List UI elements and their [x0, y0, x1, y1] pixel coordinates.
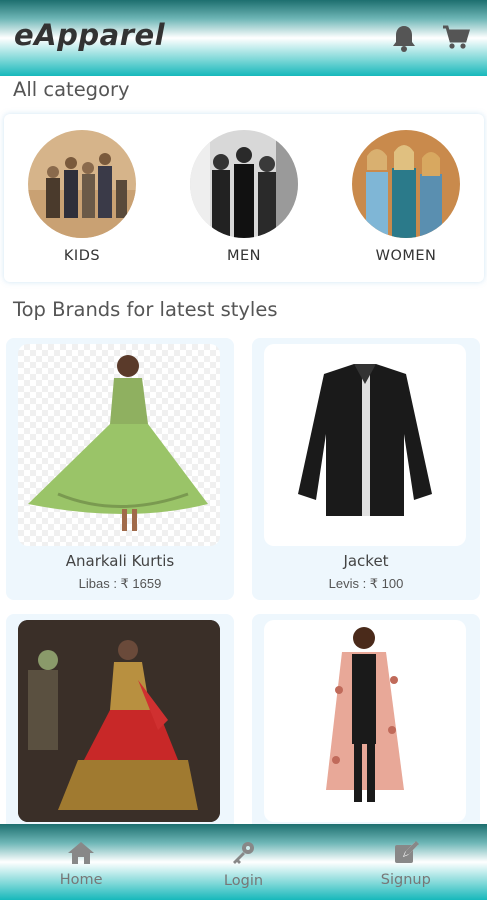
nav-label: Home — [59, 871, 103, 888]
bell-icon[interactable] — [387, 21, 421, 55]
app-title: eApparel — [14, 18, 166, 52]
women-image — [352, 130, 460, 238]
nav-label: Login — [223, 872, 264, 889]
category-label: KIDS — [63, 248, 101, 264]
product-image — [18, 344, 220, 546]
product-image — [264, 344, 466, 546]
category-women[interactable]: WOMEN — [350, 130, 462, 264]
product-price: Libas : ₹ 1659 — [78, 576, 162, 591]
content-area[interactable]: All category KIDS MEN WOMEN Top Brands f… — [0, 76, 487, 824]
men-image — [190, 130, 298, 238]
nav-login[interactable]: Login — [162, 824, 324, 900]
home-icon — [67, 841, 95, 870]
product-name: Anarkali Kurtis — [65, 552, 175, 570]
signup-icon — [393, 840, 419, 870]
product-image — [18, 620, 220, 822]
product-name: Jacket — [343, 552, 389, 570]
nav-signup[interactable]: Signup — [325, 824, 487, 900]
product-card[interactable]: Jacket Levis : ₹ 100 — [252, 338, 480, 600]
app-header: eApparel — [0, 0, 487, 76]
category-label: MEN — [226, 248, 262, 264]
nav-label: Signup — [380, 871, 431, 888]
top-brands-title: Top Brands for latest styles — [13, 298, 278, 321]
key-icon — [230, 840, 256, 871]
category-label: WOMEN — [375, 248, 437, 264]
product-image — [264, 620, 466, 822]
product-price: Levis : ₹ 100 — [328, 576, 404, 591]
nav-home[interactable]: Home — [0, 824, 162, 900]
cart-icon[interactable] — [439, 21, 473, 55]
all-category-title: All category — [13, 78, 130, 101]
category-kids[interactable]: KIDS — [26, 130, 138, 264]
category-men[interactable]: MEN — [188, 130, 300, 264]
category-card: KIDS MEN WOMEN — [4, 114, 484, 282]
bottom-nav: Home Login Signup — [0, 824, 487, 900]
product-card[interactable] — [252, 614, 480, 824]
product-card[interactable]: Anarkali Kurtis Libas : ₹ 1659 — [6, 338, 234, 600]
kids-image — [28, 130, 136, 238]
product-card[interactable] — [6, 614, 234, 824]
